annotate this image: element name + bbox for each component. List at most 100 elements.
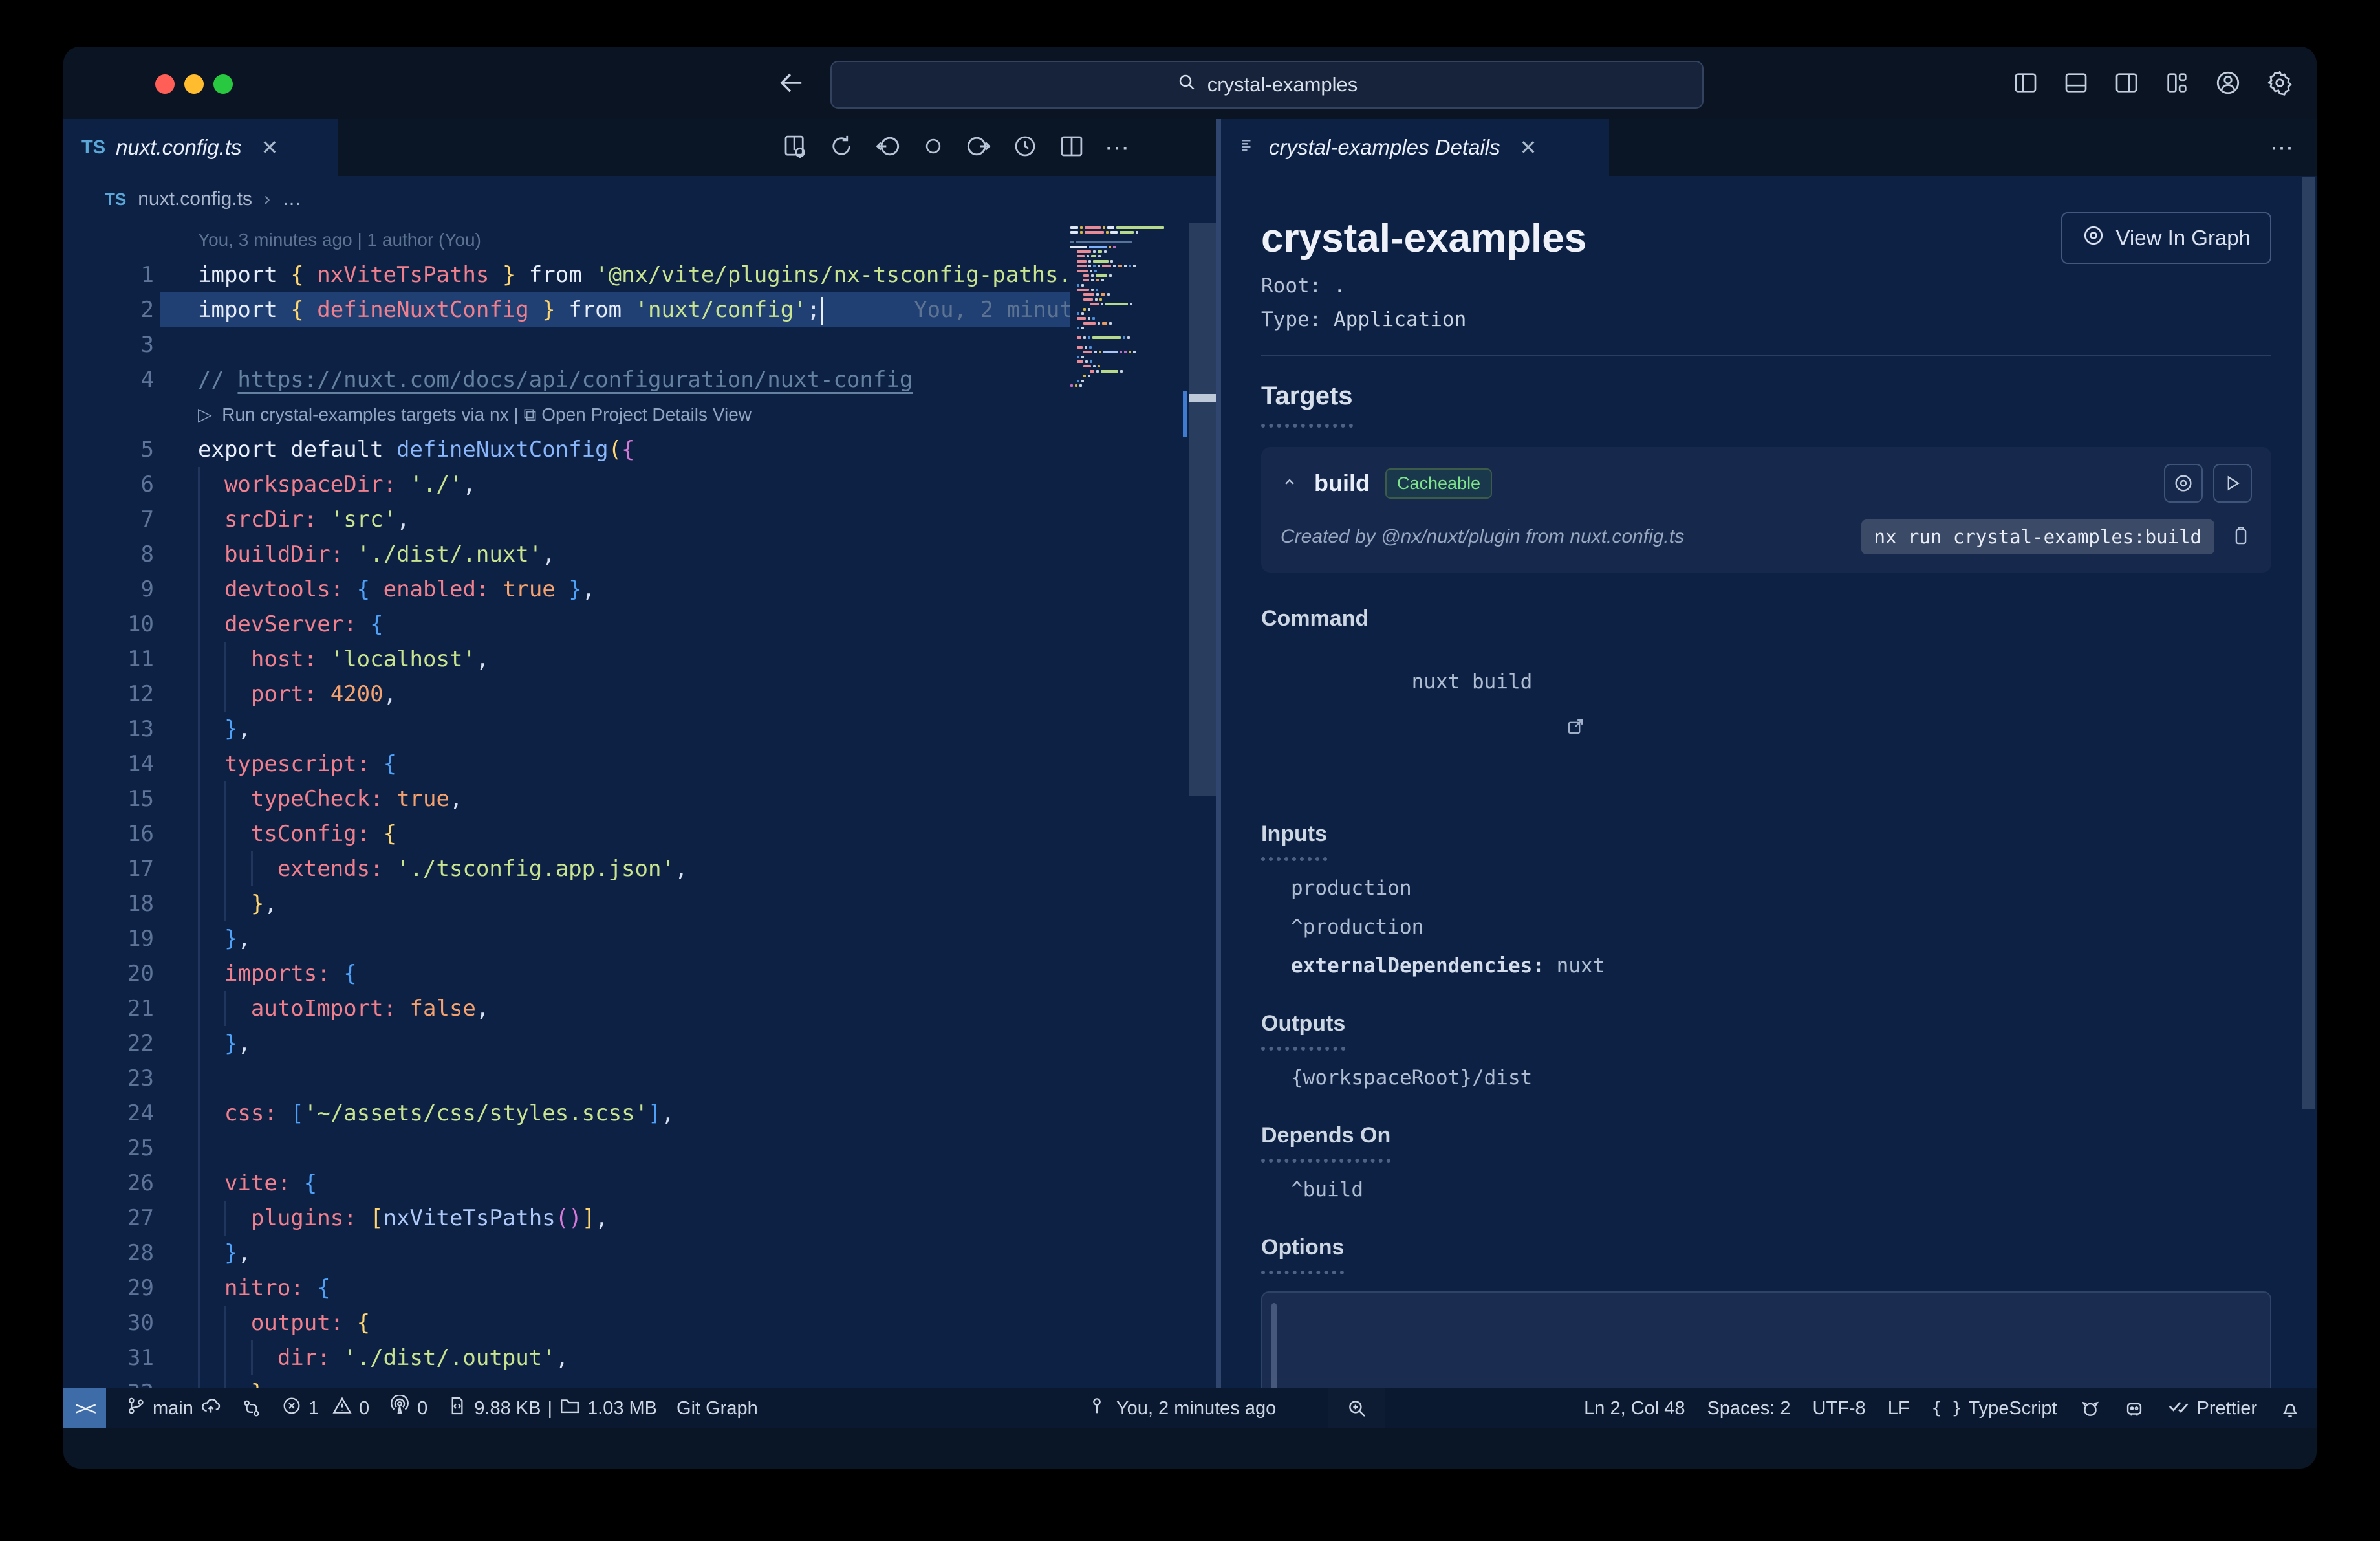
open-changes-icon[interactable] (781, 133, 808, 163)
file-size-item[interactable]: 9.88 KB | 1.03 MB (447, 1395, 657, 1422)
collapse-chevron-icon[interactable] (1281, 473, 1299, 494)
prettier-item[interactable]: Prettier (2167, 1394, 2257, 1423)
code-line[interactable]: 22 }, (63, 1026, 1070, 1061)
code-line[interactable]: 24 css: ['~/assets/css/styles.scss'], (63, 1096, 1070, 1131)
encoding-item[interactable]: UTF-8 (1813, 1398, 1866, 1419)
editor-vertical-scrollbar[interactable] (1189, 223, 1216, 796)
code-editor[interactable]: You, 3 minutes ago | 1 author (You) 1 impo… (63, 223, 1070, 1428)
code-line[interactable]: 8 buildDir: './dist/.nuxt', (63, 537, 1070, 572)
target-name[interactable]: build (1314, 470, 1370, 497)
list-item: {workspaceRoot}/dist (1291, 1066, 1533, 1089)
extension-squirrel-icon[interactable] (2079, 1397, 2101, 1419)
panel-more-actions-icon[interactable]: ⋯ (2270, 119, 2293, 176)
split-editor-icon[interactable] (1058, 133, 1085, 163)
current-change-icon[interactable] (922, 135, 944, 160)
next-change-icon[interactable] (964, 132, 992, 164)
code-line[interactable]: 21 autoImport: false, (63, 991, 1070, 1026)
timeline-icon[interactable] (1012, 133, 1039, 163)
code-line[interactable]: 26 vite: { (63, 1166, 1070, 1201)
settings-gear-icon[interactable] (2266, 69, 2293, 96)
tab-close-icon[interactable]: ✕ (1520, 135, 1537, 160)
maximize-traffic-light[interactable] (213, 74, 233, 94)
code-line[interactable]: 17 extends: './tsconfig.app.json', (63, 851, 1070, 886)
git-graph-item[interactable]: Git Graph (676, 1398, 758, 1419)
copy-icon[interactable] (2230, 525, 2252, 550)
blame-row[interactable]: You, 3 minutes ago | 1 author (You) (63, 223, 1070, 257)
toggle-primary-sidebar-icon[interactable] (2013, 70, 2039, 96)
run-target-play-icon[interactable]: ▷ (198, 404, 222, 424)
view-target-graph-button[interactable] (2164, 464, 2203, 503)
extension-robot-icon[interactable] (2123, 1397, 2145, 1419)
zoom-status-item[interactable] (1328, 1388, 1385, 1428)
ports-item[interactable]: 0 (389, 1394, 427, 1422)
more-actions-icon[interactable]: ⋯ (1105, 133, 1129, 162)
sync-icon[interactable] (828, 133, 855, 163)
compare-changes-item[interactable] (241, 1398, 262, 1419)
code-line[interactable]: 14 typescript: { (63, 747, 1070, 781)
code-line[interactable]: 3 (63, 327, 1070, 362)
line-number: 29 (127, 1275, 154, 1301)
open-details-icon[interactable]: ⧉ (523, 404, 541, 424)
external-link-icon[interactable] (1421, 694, 1585, 765)
breadcrumb-more[interactable]: … (282, 188, 301, 210)
customize-layout-icon[interactable] (2164, 70, 2190, 96)
code-line[interactable]: 27 plugins: [nxViteTsPaths()], (63, 1201, 1070, 1236)
code-line[interactable]: 7 srcDir: 'src', (63, 502, 1070, 537)
code-line[interactable]: 18 }, (63, 886, 1070, 921)
editor-panel-splitter[interactable] (1216, 119, 1221, 1428)
eol-item[interactable]: LF (1888, 1398, 1910, 1419)
code-line[interactable]: 1 import { nxViteTsPaths } from '@nx/vite… (63, 257, 1070, 292)
toggle-secondary-sidebar-icon[interactable] (2114, 70, 2139, 96)
created-by-text: Created by @nx/nuxt/plugin from nuxt.con… (1281, 526, 1685, 547)
view-in-graph-button[interactable]: View In Graph (2061, 212, 2271, 264)
code-line[interactable]: 13 }, (63, 712, 1070, 747)
back-arrow-icon[interactable] (775, 66, 808, 100)
run-target-button[interactable] (2213, 464, 2252, 503)
depends-on-heading: Depends On (1261, 1123, 1391, 1163)
remote-indicator[interactable]: >< (63, 1388, 106, 1428)
code-line[interactable]: 29 nitro: { (63, 1271, 1070, 1306)
minimize-traffic-light[interactable] (184, 74, 204, 94)
indent-guide (198, 467, 224, 502)
code-line[interactable]: 25 (63, 1131, 1070, 1166)
problems-item[interactable]: 1 0 (281, 1395, 369, 1421)
code-line[interactable]: 4// https://nuxt.com/docs/api/configurat… (63, 362, 1070, 397)
code-line[interactable]: 20 imports: { (63, 956, 1070, 991)
git-branch-item[interactable]: main (125, 1395, 222, 1422)
tab-project-details[interactable]: crystal-examples Details ✕ (1221, 119, 1609, 176)
code-line[interactable]: 6 workspaceDir: './', (63, 467, 1070, 502)
blame-status-item[interactable]: You, 2 minutes ago (1087, 1395, 1276, 1421)
code-line[interactable]: 23 (63, 1061, 1070, 1096)
code-line[interactable]: 28 }, (63, 1236, 1070, 1271)
code-line[interactable]: 10 devServer: { (63, 607, 1070, 642)
panel-vertical-scrollbar[interactable] (2302, 177, 2315, 1109)
code-line[interactable]: 30 output: { (63, 1306, 1070, 1340)
code-line[interactable]: 9 devtools: { enabled: true }, (63, 572, 1070, 607)
tab-close-icon[interactable]: ✕ (261, 135, 279, 160)
code-line[interactable]: 19 }, (63, 921, 1070, 956)
account-icon[interactable] (2214, 69, 2242, 96)
notifications-bell-icon[interactable] (2279, 1397, 2301, 1419)
minimap[interactable] (1070, 223, 1187, 1428)
code-line[interactable]: 11 host: 'localhost', (63, 642, 1070, 677)
command-center-search[interactable]: crystal-examples (830, 61, 1704, 109)
tab-nuxt-config[interactable]: TS nuxt.config.ts ✕ (63, 119, 338, 176)
code-line[interactable]: 12 port: 4200, (63, 677, 1070, 712)
language-item[interactable]: { } TypeScript (1932, 1398, 2057, 1419)
codelens-open-link[interactable]: Open Project Details View (541, 404, 752, 424)
code-line[interactable]: 31 dir: './dist/.output', (63, 1340, 1070, 1375)
toggle-panel-icon[interactable] (2063, 70, 2089, 96)
close-traffic-light[interactable] (155, 74, 175, 94)
code-line[interactable]: 16 tsConfig: { (63, 816, 1070, 851)
nx-run-command-pill[interactable]: nx run crystal-examples:build (1861, 519, 2214, 554)
code-line[interactable]: 15 typeCheck: true, (63, 781, 1070, 816)
breadcrumb-file[interactable]: nuxt.config.ts (138, 188, 252, 210)
codelens-run-link[interactable]: Run crystal-examples targets via nx (222, 404, 509, 424)
cursor-position-item[interactable]: Ln 2, Col 48 (1584, 1398, 1685, 1419)
lens-row[interactable]: ▷ Run crystal-examples targets via nx | … (63, 397, 1070, 432)
indentation-item[interactable]: Spaces: 2 (1707, 1398, 1791, 1419)
breadcrumb[interactable]: TS nuxt.config.ts › … (63, 176, 1216, 223)
code-line[interactable]: 5 export default defineNuxtConfig({ (63, 432, 1070, 467)
previous-change-icon[interactable] (874, 132, 903, 164)
code-line[interactable]: 2 import { defineNuxtConfig } from 'nuxt/… (63, 292, 1070, 327)
